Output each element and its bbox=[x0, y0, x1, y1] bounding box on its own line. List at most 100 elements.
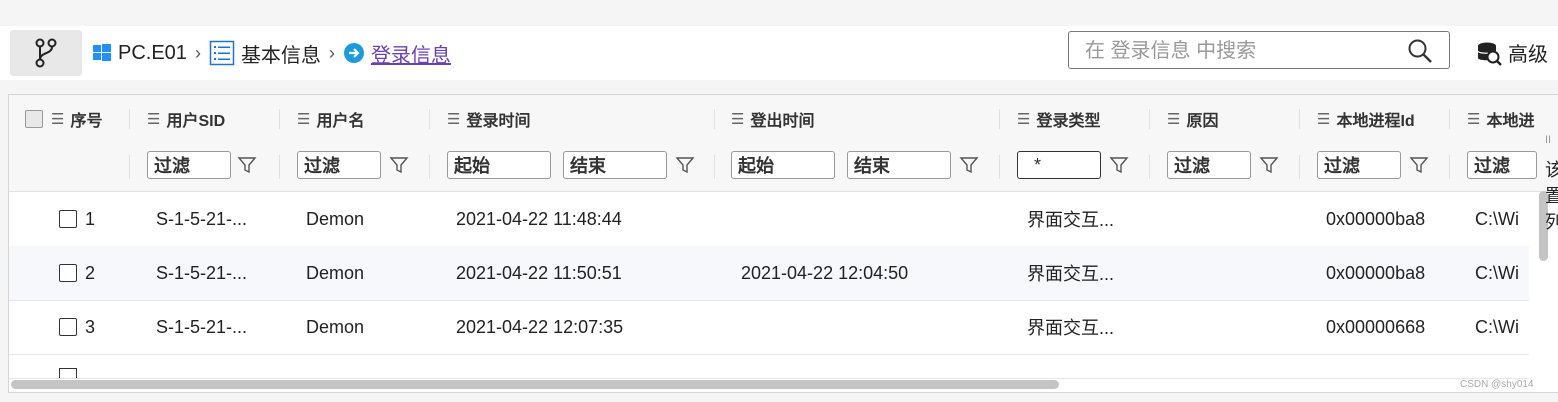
column-menu-icon: ☰ bbox=[147, 111, 161, 128]
filter-icon[interactable] bbox=[1259, 155, 1279, 175]
cell-pid: 0x00000668 bbox=[1326, 316, 1426, 337]
column-divider bbox=[1299, 155, 1300, 179]
search-icon[interactable] bbox=[1407, 38, 1433, 64]
column-divider bbox=[1149, 155, 1150, 179]
column-divider[interactable] bbox=[1299, 109, 1300, 129]
logout-end-input[interactable]: 结束 bbox=[847, 151, 951, 179]
branch-button[interactable] bbox=[10, 30, 82, 76]
column-menu-icon: ☰ bbox=[1317, 111, 1331, 128]
column-menu-icon: ☰ bbox=[731, 111, 745, 128]
search-box bbox=[1068, 31, 1450, 69]
column-divider[interactable] bbox=[714, 109, 715, 129]
filter-icon[interactable] bbox=[675, 155, 695, 175]
row-checkbox[interactable] bbox=[59, 318, 77, 336]
column-menu-icon: ☰ bbox=[1017, 111, 1031, 128]
column-divider bbox=[999, 155, 1000, 179]
row-checkbox[interactable] bbox=[59, 210, 77, 228]
column-header-index[interactable]: ☰ 序号 bbox=[25, 95, 135, 143]
column-menu-icon: ☰ bbox=[1467, 111, 1481, 128]
column-header-pid[interactable]: ☰ 本地进程Id bbox=[1317, 95, 1447, 143]
table-row-partial[interactable] bbox=[9, 354, 1529, 379]
arrow-circle-icon bbox=[343, 43, 364, 63]
sid-filter-input[interactable]: 过滤 bbox=[147, 151, 231, 179]
column-header-reason[interactable]: ☰ 原因 bbox=[1167, 95, 1297, 143]
cell-username: Demon bbox=[306, 262, 365, 283]
watermark: CSDN @shy014 bbox=[1460, 379, 1534, 390]
login-start-input[interactable]: 起始 bbox=[447, 151, 551, 179]
row-checkbox[interactable] bbox=[59, 368, 77, 378]
cell-login-type: 界面交互... bbox=[1027, 318, 1115, 338]
row-checkbox[interactable] bbox=[59, 264, 77, 282]
advanced-search-button[interactable]: 高级 bbox=[1476, 38, 1548, 67]
windows-icon bbox=[93, 44, 111, 61]
column-divider bbox=[129, 155, 130, 179]
git-branch-icon bbox=[35, 38, 57, 68]
row-index: 1 bbox=[85, 208, 96, 229]
column-header-login-time[interactable]: ☰ 登录时间 bbox=[447, 95, 717, 143]
login-type-filter-input[interactable]: * bbox=[1017, 151, 1101, 179]
breadcrumb-item-login-info[interactable]: 登录信息 bbox=[371, 39, 451, 68]
row-index: 3 bbox=[85, 316, 96, 337]
side-panel-text: 该 bbox=[1545, 160, 1558, 180]
username-filter-input[interactable]: 过滤 bbox=[297, 151, 381, 179]
login-end-input[interactable]: 结束 bbox=[563, 151, 667, 179]
horizontal-scroll-thumb[interactable] bbox=[11, 380, 1059, 389]
cell-login-type: 界面交互... bbox=[1027, 210, 1115, 230]
column-menu-icon: ☰ bbox=[51, 111, 65, 128]
login-info-table: ☰ 序号 ☰ 用户SID ☰ 用户名 ☰ 登录时间 ☰ 登出时间 ☰ 登录类型 ☰ 原因 ☰ 本… bbox=[8, 94, 1558, 393]
cell-login-time: 2021-04-22 11:50:51 bbox=[456, 262, 622, 283]
cell-sid: S-1-5-21-... bbox=[156, 316, 248, 337]
column-header-logout-time[interactable]: ☰ 登出时间 bbox=[731, 95, 1001, 143]
filter-icon[interactable] bbox=[389, 155, 409, 175]
filter-icon[interactable] bbox=[959, 155, 979, 175]
column-header-login-type[interactable]: ☰ 登录类型 bbox=[1017, 95, 1147, 143]
column-divider bbox=[714, 155, 715, 179]
path-filter-input[interactable]: 过滤 bbox=[1467, 151, 1537, 179]
column-divider[interactable] bbox=[1149, 109, 1150, 129]
column-header-local-path[interactable]: ☰ 本地进 bbox=[1467, 95, 1547, 143]
logout-start-input[interactable]: 起始 bbox=[731, 151, 835, 179]
table-row[interactable]: 2 S-1-5-21-... Demon 2021-04-22 11:50:51… bbox=[9, 246, 1529, 301]
filter-icon[interactable] bbox=[1409, 155, 1429, 175]
cell-login-time: 2021-04-22 12:07:35 bbox=[456, 316, 624, 337]
table-header: ☰ 序号 ☰ 用户SID ☰ 用户名 ☰ 登录时间 ☰ 登出时间 ☰ 登录类型 ☰ 原因 ☰ 本… bbox=[9, 95, 1558, 144]
table-row[interactable]: 1 S-1-5-21-... Demon 2021-04-22 11:48:44… bbox=[9, 192, 1529, 247]
cell-pid: 0x00000ba8 bbox=[1326, 208, 1426, 229]
table-row[interactable]: 3 S-1-5-21-... Demon 2021-04-22 12:07:35… bbox=[9, 300, 1529, 355]
column-divider[interactable] bbox=[129, 109, 130, 129]
column-header-username[interactable]: ☰ 用户名 bbox=[297, 95, 427, 143]
side-panel-text: 列 bbox=[1545, 212, 1558, 232]
column-menu-icon: ☰ bbox=[1167, 111, 1181, 128]
pid-filter-input[interactable]: 过滤 bbox=[1317, 151, 1401, 179]
column-divider bbox=[279, 155, 280, 179]
cell-login-time: 2021-04-22 11:48:44 bbox=[456, 208, 622, 229]
cell-login-type: 界面交互... bbox=[1027, 264, 1115, 284]
horizontal-scrollbar[interactable] bbox=[9, 378, 1558, 390]
reason-filter-input[interactable]: 过滤 bbox=[1167, 151, 1251, 179]
breadcrumb: PC.E01 › 基本信息 › 登录信息 bbox=[92, 38, 451, 68]
cell-path: C:\Wi bbox=[1475, 316, 1519, 337]
database-search-icon bbox=[1477, 42, 1502, 66]
advanced-label: 高级 bbox=[1508, 44, 1548, 66]
cell-username: Demon bbox=[306, 316, 365, 337]
search-input[interactable] bbox=[1083, 36, 1387, 66]
cell-sid: S-1-5-21-... bbox=[156, 262, 248, 283]
breadcrumb-item-pc[interactable]: PC.E01 bbox=[118, 42, 187, 65]
column-divider[interactable] bbox=[429, 109, 430, 129]
row-index: 2 bbox=[85, 262, 96, 283]
breadcrumb-item-basic-info[interactable]: 基本信息 bbox=[241, 39, 321, 68]
column-divider[interactable] bbox=[1449, 109, 1450, 129]
filter-icon[interactable] bbox=[1109, 155, 1129, 175]
column-header-sid[interactable]: ☰ 用户SID bbox=[147, 95, 277, 143]
side-panel-text: 置 bbox=[1545, 186, 1558, 206]
list-icon bbox=[209, 40, 235, 66]
cell-path: C:\Wi bbox=[1475, 208, 1519, 229]
filter-icon[interactable] bbox=[237, 155, 257, 175]
select-all-checkbox[interactable] bbox=[25, 110, 43, 128]
cell-logout-time: 2021-04-22 12:04:50 bbox=[741, 262, 909, 283]
column-divider[interactable] bbox=[279, 109, 280, 129]
column-divider[interactable] bbox=[999, 109, 1000, 129]
cell-username: Demon bbox=[306, 208, 365, 229]
cell-sid: S-1-5-21-... bbox=[156, 208, 248, 229]
toolbar: PC.E01 › 基本信息 › 登录信息 高级 bbox=[0, 26, 1558, 80]
